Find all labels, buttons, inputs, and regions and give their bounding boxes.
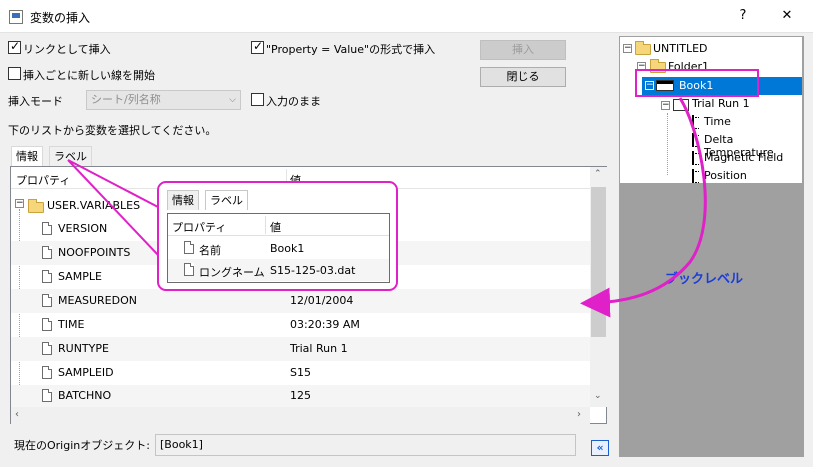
callout-pointer [67,159,159,208]
callout-pointer [67,159,159,256]
annotation-arrows [67,97,707,318]
book-level-arrow [580,97,707,318]
